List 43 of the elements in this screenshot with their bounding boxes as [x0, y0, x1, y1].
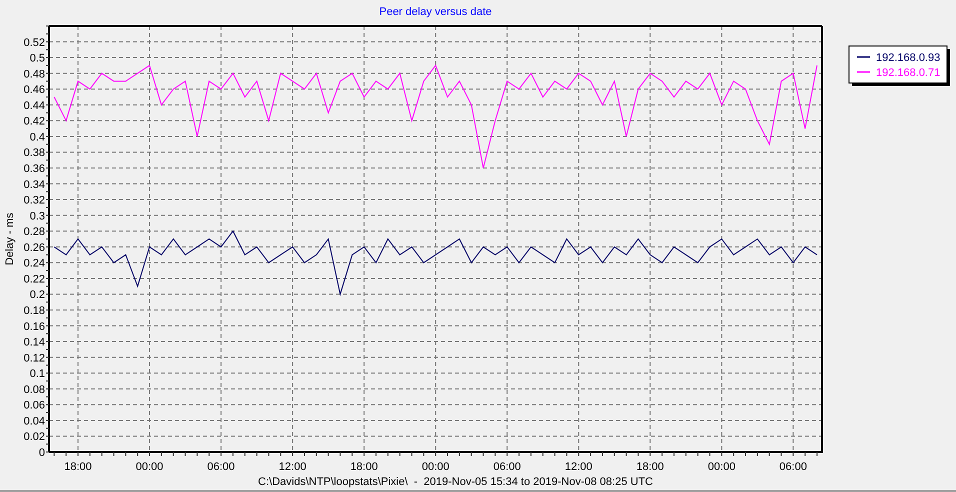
tick-label: 06:00 [493, 461, 521, 473]
tick-label: 0.24 [24, 258, 45, 270]
tick-label: 12:00 [278, 461, 306, 473]
tick-label: 18:00 [350, 461, 378, 473]
legend-label: 192.168.0.93 [876, 52, 940, 64]
tick-label: 12:00 [564, 461, 592, 473]
tick-label: 0.5 [30, 52, 45, 65]
tick-label: 0.42 [24, 116, 45, 128]
tick-label: 0.22 [24, 273, 45, 286]
tick-label: 0 [38, 447, 45, 459]
axis-label: Delay - ms [4, 212, 16, 266]
tick-label: 18:00 [64, 461, 92, 473]
tick-label: 0.04 [24, 415, 45, 428]
tick-label: 0.3 [30, 210, 45, 222]
tick-label: 0.18 [24, 305, 45, 317]
tick-label: 0.08 [24, 384, 45, 396]
tick-label: 18:00 [636, 461, 664, 473]
tick-label: 0.52 [24, 36, 45, 49]
tick-label: 0.36 [24, 163, 45, 175]
tick-label: 0.38 [24, 147, 45, 160]
tick-label: 0.06 [24, 400, 45, 412]
legend-label: 192.168.0.71 [876, 67, 940, 79]
tick-label: 0.12 [24, 352, 45, 364]
tick-label: 06:00 [207, 461, 235, 473]
tick-label: 00:00 [422, 461, 450, 473]
tick-label: 0.1 [30, 368, 45, 380]
tick-label: 0.34 [24, 178, 45, 191]
tick-label: 0.44 [24, 100, 45, 112]
tick-label: 0.46 [24, 84, 45, 96]
tick-label: 0.28 [24, 226, 45, 238]
tick-label: 0.32 [24, 194, 45, 207]
tick-label: 00:00 [136, 461, 164, 473]
tick-label: 00:00 [708, 461, 736, 473]
tick-label: 0.2 [30, 289, 45, 302]
tick-label: 0.4 [30, 131, 45, 144]
tick-label: 0.14 [24, 336, 45, 349]
tick-label: 0.02 [24, 431, 45, 444]
axis-label: C:\Davids\NTP\loopstats\Pixie\ - 2019-Nov-05 15:34 to 2019-Nov-08 08:25 UTC [258, 476, 653, 488]
tick-label: 06:00 [779, 461, 807, 473]
tick-label: 0.48 [24, 68, 45, 80]
tick-label: 0.16 [24, 320, 45, 333]
tick-label: 0.26 [24, 242, 45, 254]
chart-title: Peer delay versus date [379, 6, 492, 18]
